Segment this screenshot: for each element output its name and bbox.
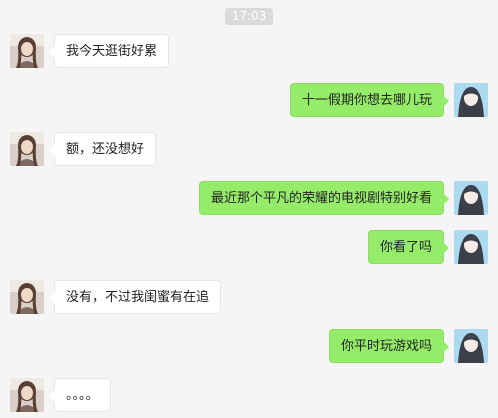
message-row-outgoing: 你平时玩游戏吗 bbox=[0, 329, 498, 365]
message-row-incoming: 没有，不过我闺蜜有在追 bbox=[0, 280, 498, 316]
contact-avatar[interactable] bbox=[10, 280, 44, 314]
message-row-outgoing: 你看了吗 bbox=[0, 230, 498, 266]
message-bubble[interactable]: 最近那个平凡的荣耀的电视剧特别好看 bbox=[198, 181, 450, 215]
user-avatar[interactable] bbox=[454, 329, 488, 363]
message-row-incoming: 额，还没想好 bbox=[0, 132, 498, 168]
message-bubble[interactable]: 额，还没想好 bbox=[48, 132, 157, 166]
timestamp: 17:03 bbox=[224, 8, 274, 25]
user-avatar[interactable] bbox=[454, 181, 488, 215]
message-row-incoming: 。。。。 bbox=[0, 378, 498, 414]
message-bubble[interactable]: 你平时玩游戏吗 bbox=[328, 329, 450, 363]
message-bubble[interactable]: 没有，不过我闺蜜有在追 bbox=[48, 280, 222, 314]
message-bubble[interactable]: 你看了吗 bbox=[367, 230, 450, 264]
user-avatar[interactable] bbox=[454, 230, 488, 264]
message-bubble[interactable]: 。。。。 bbox=[49, 378, 111, 412]
contact-avatar[interactable] bbox=[10, 378, 44, 412]
contact-avatar[interactable] bbox=[10, 132, 44, 166]
chat-window: 17:03 我今天逛街好累 十一假期你想去哪儿玩 额，还没想好 最近那个平凡的荣… bbox=[0, 0, 498, 418]
message-bubble[interactable]: 十一假期你想去哪儿玩 bbox=[289, 83, 450, 117]
message-bubble[interactable]: 我今天逛街好累 bbox=[48, 34, 170, 68]
user-avatar[interactable] bbox=[454, 83, 488, 117]
message-row-outgoing: 最近那个平凡的荣耀的电视剧特别好看 bbox=[0, 181, 498, 217]
message-row-incoming: 我今天逛街好累 bbox=[0, 34, 498, 70]
message-row-outgoing: 十一假期你想去哪儿玩 bbox=[0, 83, 498, 119]
contact-avatar[interactable] bbox=[10, 34, 44, 68]
timestamp-row: 17:03 bbox=[0, 5, 498, 25]
